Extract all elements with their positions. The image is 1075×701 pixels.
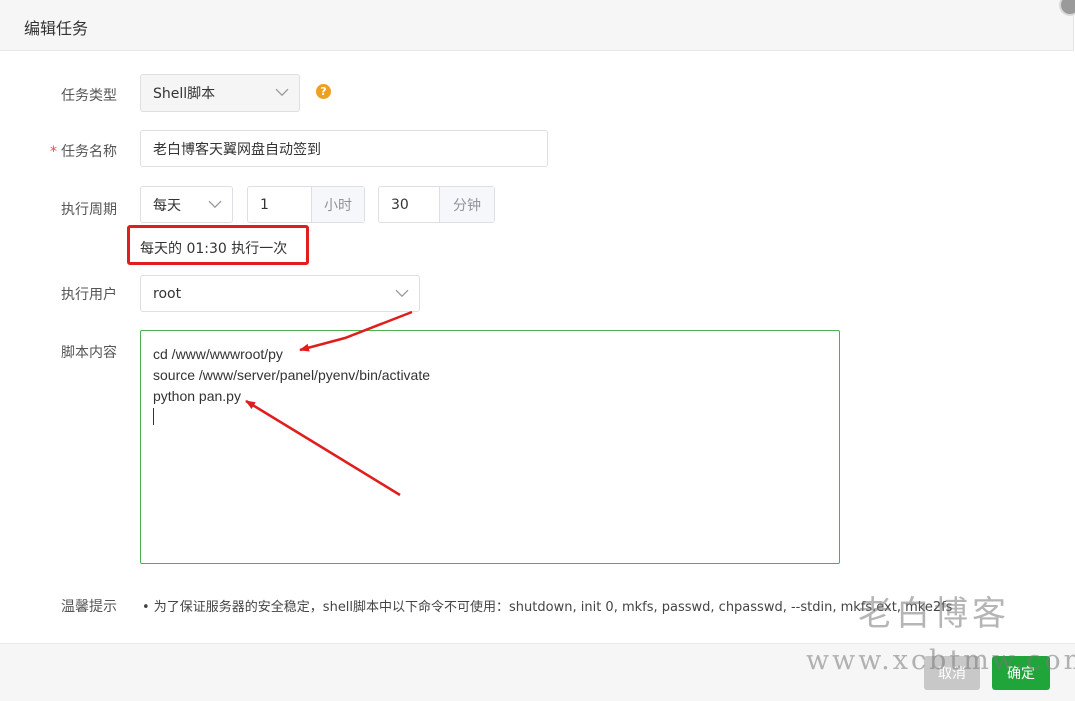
chevron-down-icon <box>275 88 289 97</box>
script-line-2: source /www/server/panel/pyenv/bin/activ… <box>153 367 431 383</box>
hour-input[interactable]: 1 小时 <box>247 186 365 223</box>
minute-unit: 分钟 <box>439 187 494 222</box>
hour-value: 1 <box>260 196 269 213</box>
chevron-down-icon <box>208 200 222 208</box>
schedule-preview: 每天的 01:30 执行一次 <box>140 241 288 257</box>
frequency-select[interactable]: 每天 <box>140 186 233 223</box>
task-name-label: * 任务名称 <box>50 141 117 161</box>
frequency-value: 每天 <box>153 197 181 214</box>
minute-value: 30 <box>391 196 409 213</box>
watermark-url: www.xcbtmw.com <box>806 645 1075 676</box>
task-type-select[interactable]: Shell脚本 <box>140 74 300 112</box>
tip-text: • 为了保证服务器的安全稳定，shell脚本中以下命令不可使用：shutdown… <box>142 600 953 615</box>
minute-input[interactable]: 30 分钟 <box>378 186 495 223</box>
tip-label: 温馨提示 <box>61 599 117 615</box>
user-value: root <box>153 285 182 302</box>
dialog-header: 编辑任务 <box>0 0 1074 51</box>
required-mark: * <box>50 144 57 160</box>
text-cursor <box>153 408 154 425</box>
task-type-label: 任务类型 <box>61 88 117 104</box>
watermark-name: 老白博客 <box>858 594 1010 634</box>
edit-task-dialog: 编辑任务 任务类型 Shell脚本 ? * 任务名称 老白博客天翼网盘自动签到 执… <box>0 0 1075 701</box>
task-name-input[interactable]: 老白博客天翼网盘自动签到 <box>140 130 548 167</box>
script-line-3: python pan.py <box>153 388 241 404</box>
script-line-1: cd /www/wwwroot/py <box>153 346 283 362</box>
script-editor[interactable]: cd /www/wwwroot/py source /www/server/pa… <box>140 330 840 564</box>
question-circle-icon[interactable]: ? <box>316 84 331 99</box>
user-label: 执行用户 <box>61 287 117 303</box>
task-type-value: Shell脚本 <box>153 86 216 102</box>
dialog-title: 编辑任务 <box>24 19 89 38</box>
task-name-label-text: 任务名称 <box>61 144 117 160</box>
chevron-down-icon <box>395 289 409 297</box>
period-label: 执行周期 <box>61 202 117 218</box>
script-label: 脚本内容 <box>61 345 117 361</box>
task-name-value: 老白博客天翼网盘自动签到 <box>153 141 321 158</box>
user-select[interactable]: root <box>140 275 420 312</box>
hour-unit: 小时 <box>311 187 364 222</box>
